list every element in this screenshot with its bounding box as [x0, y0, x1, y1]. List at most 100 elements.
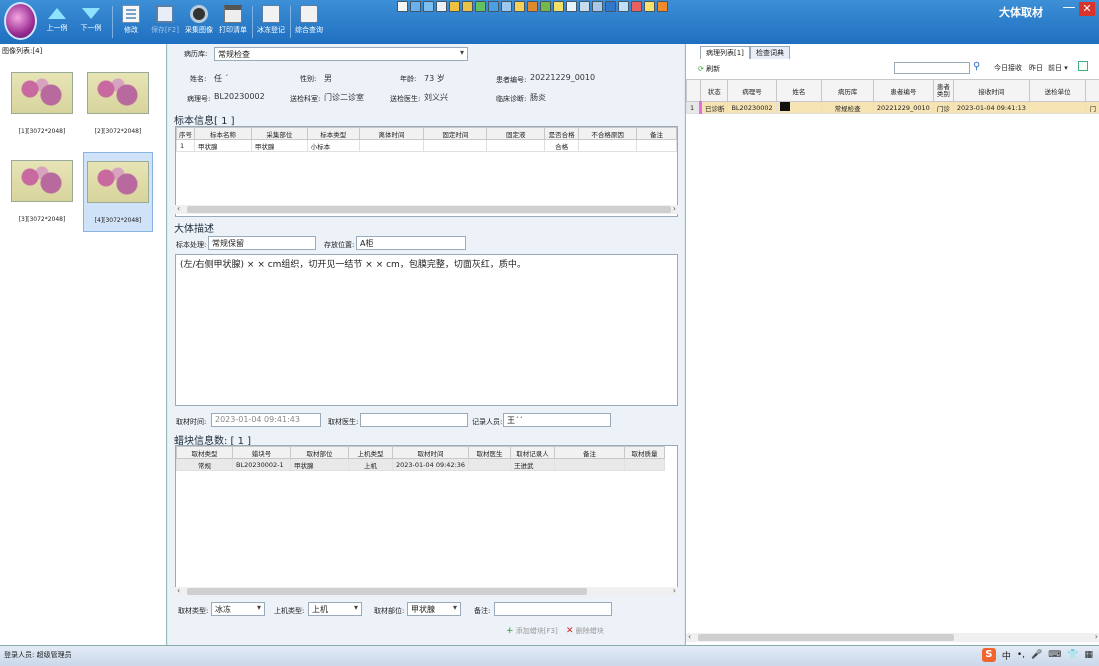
search-input[interactable] [894, 62, 970, 74]
column-header[interactable]: 姓名 [775, 79, 823, 102]
scroll-right-icon[interactable]: › [673, 204, 676, 213]
edit-button[interactable]: 修改 [114, 3, 148, 43]
tool-icon[interactable] [462, 1, 473, 12]
scroll-left-icon[interactable]: ‹ [688, 632, 691, 641]
column-header[interactable]: 标本类型 [306, 127, 360, 140]
column-header[interactable]: 患者编号 [872, 79, 934, 102]
case-list-h-scrollbar[interactable]: ‹ › [686, 632, 1099, 642]
column-header[interactable]: 采集部位 [250, 127, 308, 140]
specimen-h-scrollbar[interactable]: ‹ › [175, 204, 678, 214]
frozen-register-button[interactable]: 冰冻登记 [254, 3, 288, 43]
tool-icon[interactable] [631, 1, 642, 12]
scroll-left-icon[interactable]: ‹ [177, 204, 180, 213]
table-row[interactable]: 常规 BL20230002-1 甲状腺 上机 2023-01-04 09:42:… [176, 458, 666, 471]
column-header[interactable]: 备注 [554, 446, 626, 459]
column-header[interactable]: 取材时间 [391, 446, 470, 459]
minimize-button[interactable]: — [1061, 1, 1077, 16]
machine-type-select[interactable]: 上机 [308, 602, 362, 616]
ime-logo-icon[interactable]: S [981, 648, 996, 662]
scroll-thumb[interactable] [187, 588, 587, 595]
ime-lang-toggle[interactable]: 中 [1002, 649, 1011, 662]
column-header[interactable]: 接收时间 [952, 79, 1030, 102]
table-row[interactable]: 1 已诊断 BL20230002 常规检查 20221229_0010 门诊 2… [686, 101, 1099, 114]
column-header[interactable]: 患者类别 [932, 79, 954, 102]
capture-image-button[interactable]: 采集图像 [182, 3, 216, 43]
delete-block-button[interactable]: ✕ 删除蜡块 [566, 626, 604, 636]
column-header[interactable]: 是否合格 [544, 127, 580, 140]
scroll-thumb[interactable] [187, 206, 671, 213]
column-header[interactable]: 备注 [636, 127, 677, 140]
scroll-thumb[interactable] [698, 634, 954, 641]
tool-icon[interactable] [592, 1, 603, 12]
column-header[interactable]: 离体时间 [358, 127, 425, 140]
column-header[interactable]: 取材记录人 [510, 446, 556, 459]
gross-description-textarea[interactable]: (左/右侧甲状腺) × × cm组织，切开见一结节 × × cm，包膜完整，切面… [175, 254, 678, 406]
sampling-doctor-input[interactable] [360, 413, 468, 427]
block-part-select[interactable]: 甲状腺 [407, 602, 461, 616]
image-thumbnail-selected[interactable]: [4][3072*2048] [83, 152, 153, 232]
column-header[interactable]: 固定时间 [423, 127, 488, 140]
column-header[interactable]: 不合格原因 [578, 127, 638, 140]
sampling-time-picker[interactable]: 2023-01-04 09:41:43 [211, 413, 321, 427]
library-select[interactable]: 常规检查 [214, 47, 468, 61]
tool-icon[interactable] [410, 1, 421, 12]
tool-icon[interactable] [397, 1, 408, 12]
column-header[interactable]: 状态 [699, 79, 729, 102]
column-header[interactable]: 序号 [176, 127, 195, 140]
tab-case-list[interactable]: 病理列表[1] [700, 46, 750, 59]
tool-icon[interactable] [488, 1, 499, 12]
column-header[interactable]: 病理号 [727, 79, 777, 102]
skin-icon[interactable]: 👕 [1067, 650, 1078, 660]
column-header[interactable]: 取材医生 [468, 446, 512, 459]
today-received-filter[interactable]: 今日接收 [994, 63, 1022, 73]
tool-icon[interactable] [449, 1, 460, 12]
next-case-button[interactable]: 下一例 [74, 3, 108, 43]
column-header[interactable]: 取材部位 [290, 446, 349, 459]
column-header[interactable]: 固定液 [486, 127, 546, 140]
blocks-h-scrollbar[interactable]: ‹ › [175, 586, 678, 596]
refresh-button[interactable]: ⟳ 刷新 [698, 64, 720, 74]
column-header[interactable]: 取材类型 [176, 446, 233, 459]
tab-exam-dictionary[interactable]: 检查词典 [750, 46, 790, 59]
table-row[interactable]: 1 甲状腺 甲状腺 小标本 合格 [176, 139, 677, 152]
calendar-icon[interactable] [1078, 61, 1088, 71]
microphone-icon[interactable]: 🎤 [1031, 650, 1042, 660]
tool-icon[interactable] [644, 1, 655, 12]
tool-icon[interactable] [527, 1, 538, 12]
storage-input[interactable]: A柜 [356, 236, 466, 250]
tool-icon[interactable] [475, 1, 486, 12]
handling-input[interactable]: 常规保留 [208, 236, 316, 250]
prev-case-button[interactable]: 上一例 [40, 3, 74, 43]
image-thumbnail[interactable]: [1][3072*2048] [7, 68, 77, 136]
tool-icon[interactable] [579, 1, 590, 12]
tool-icon[interactable] [605, 1, 616, 12]
tool-icon[interactable] [657, 1, 668, 12]
column-header[interactable]: 送检单位 [1028, 79, 1087, 102]
column-header[interactable]: 病历库 [821, 79, 874, 102]
image-thumbnail[interactable]: [2][3072*2048] [83, 68, 153, 136]
recorder-input[interactable]: 王ˊˊ [503, 413, 611, 427]
tool-icon[interactable] [436, 1, 447, 12]
tool-icon[interactable] [553, 1, 564, 12]
block-note-input[interactable] [494, 602, 612, 616]
image-thumbnail[interactable]: [3][3072*2048] [7, 156, 77, 224]
column-header[interactable]: 取材质量 [624, 446, 666, 459]
column-header[interactable]: 上机类型 [348, 446, 393, 459]
print-list-button[interactable]: 打印清单 [216, 3, 250, 43]
punctuation-icon[interactable]: •, [1017, 650, 1025, 660]
yesterday-filter[interactable]: 昨日 [1029, 63, 1043, 73]
toolbox-icon[interactable]: ▦ [1084, 650, 1093, 660]
close-button[interactable]: ✕ [1079, 2, 1095, 16]
save-button[interactable]: 保存[F2] [148, 3, 182, 43]
block-type-select[interactable]: 冰冻 [211, 602, 265, 616]
column-header[interactable]: 标本名称 [194, 127, 252, 140]
search-icon[interactable]: ⚲ [973, 61, 980, 72]
tool-icon[interactable] [618, 1, 629, 12]
combined-query-button[interactable]: 综合查询 [292, 3, 326, 43]
before-yesterday-filter[interactable]: 前日 ▾ [1048, 63, 1068, 73]
scroll-right-icon[interactable]: › [673, 586, 676, 595]
keyboard-icon[interactable]: ⌨ [1048, 650, 1061, 660]
column-header[interactable]: 蜡块号 [232, 446, 291, 459]
scroll-right-icon[interactable]: › [1095, 632, 1098, 641]
add-block-button[interactable]: + 添加蜡块[F3] [506, 626, 558, 636]
